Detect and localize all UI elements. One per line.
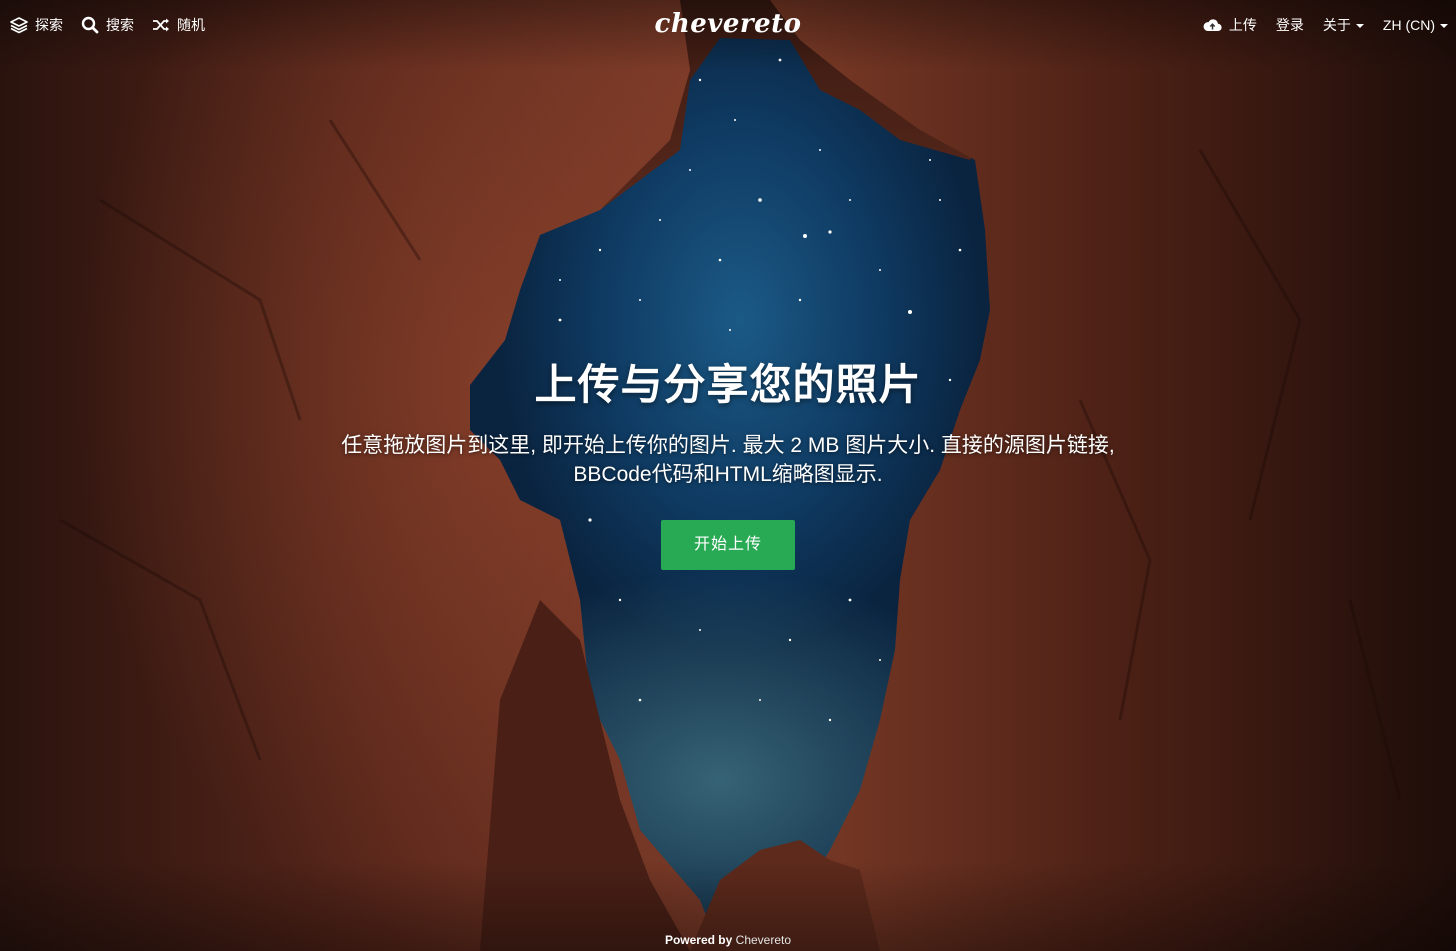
chevron-down-icon — [1440, 24, 1448, 28]
footer-prefix: Powered by — [664, 933, 733, 947]
top-navigation: 探索 搜索 随机 chevereto 上传 登录 关于 ZH (CN) — [0, 0, 1456, 50]
nav-about-label: 关于 — [1322, 17, 1351, 33]
start-upload-button[interactable]: 开始上传 — [661, 520, 795, 570]
footer-brand-link[interactable]: Chevereto — [736, 933, 791, 947]
hero-section: 上传与分享您的照片 任意拖放图片到这里, 即开始上传你的图片. 最大 2 MB … — [0, 355, 1456, 570]
nav-upload-label: 上传 — [1228, 17, 1257, 33]
nav-about-dropdown[interactable]: 关于 — [1323, 15, 1364, 35]
nav-login[interactable]: 登录 — [1276, 15, 1304, 35]
nav-upload[interactable]: 上传 — [1203, 15, 1257, 35]
hero-title: 上传与分享您的照片 — [534, 361, 922, 408]
cloud-upload-icon — [1203, 19, 1222, 31]
footer: Powered by Chevereto — [0, 933, 1456, 947]
chevron-down-icon — [1355, 24, 1364, 28]
language-selector[interactable]: ZH (CN) — [1383, 17, 1448, 33]
nav-right-group: 上传 登录 关于 ZH (CN) — [1184, 0, 1448, 50]
nav-login-label: 登录 — [1275, 17, 1304, 33]
language-label: ZH (CN) — [1382, 17, 1435, 33]
page: 探索 搜索 随机 chevereto 上传 登录 关于 ZH (CN) 上传与分… — [0, 0, 1456, 951]
hero-description: 任意拖放图片到这里, 即开始上传你的图片. 最大 2 MB 图片大小. 直接的源… — [341, 434, 1115, 486]
